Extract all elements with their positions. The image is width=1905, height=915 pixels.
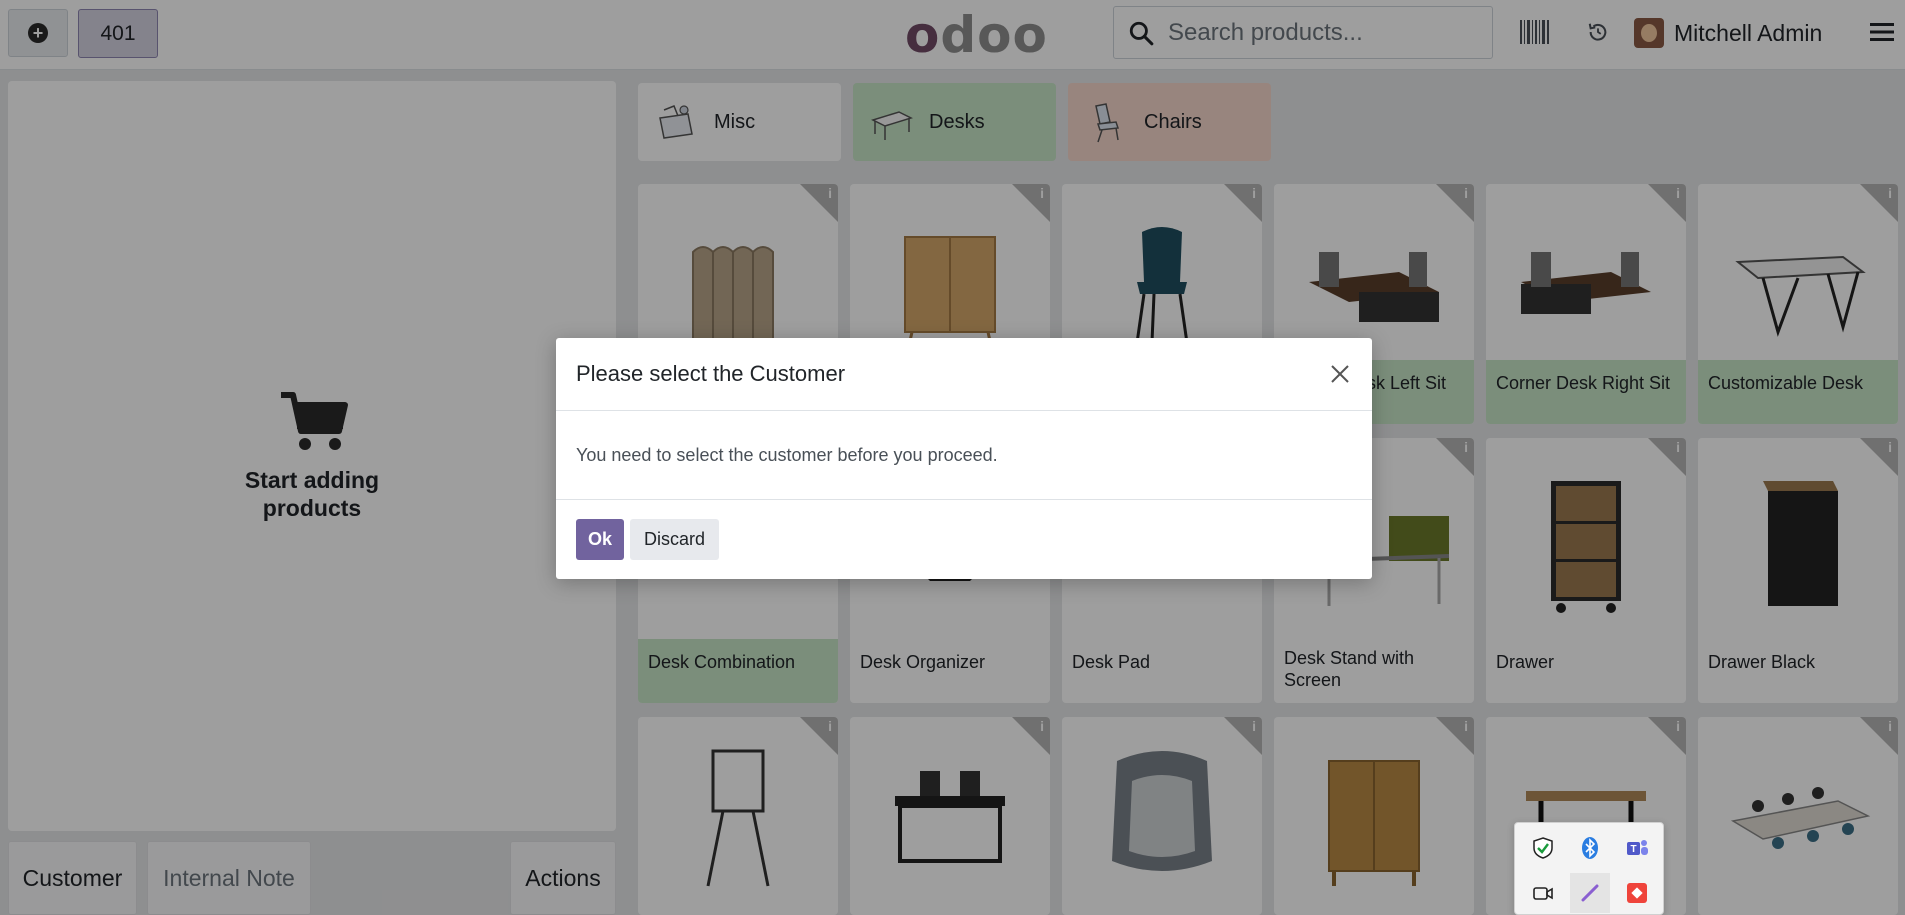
dialog-title: Please select the Customer: [576, 361, 846, 386]
security-shield-icon[interactable]: [1523, 828, 1563, 868]
select-customer-dialog: Please select the Customer You need to s…: [556, 338, 1372, 579]
bluetooth-icon[interactable]: [1570, 828, 1610, 868]
svg-text:T: T: [1630, 844, 1636, 855]
dialog-header: Please select the Customer: [556, 338, 1372, 411]
teams-icon[interactable]: T: [1617, 828, 1657, 868]
dialog-footer: Ok Discard: [556, 500, 1372, 579]
ok-button[interactable]: Ok: [576, 519, 625, 560]
system-tray-popup: T: [1514, 822, 1664, 915]
close-icon[interactable]: [1328, 362, 1352, 386]
discard-button[interactable]: Discard: [630, 519, 720, 560]
dialog-body: You need to select the customer before y…: [556, 411, 1372, 500]
anydesk-icon[interactable]: [1617, 873, 1657, 913]
pen-icon[interactable]: [1570, 873, 1610, 913]
camera-icon[interactable]: [1523, 873, 1563, 913]
